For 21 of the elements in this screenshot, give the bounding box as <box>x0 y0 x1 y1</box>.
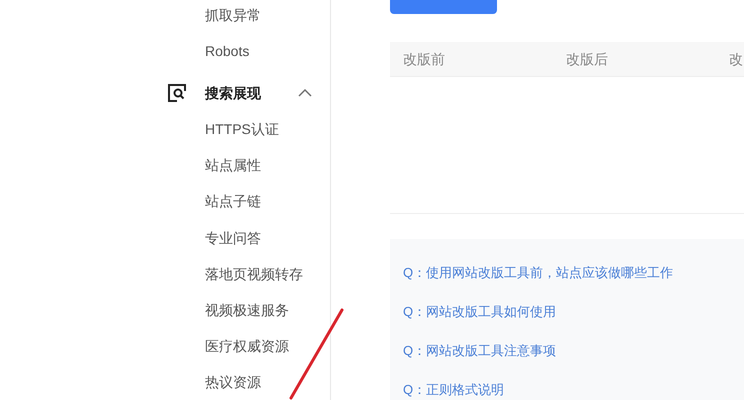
sidebar-item[interactable]: 专业问答 <box>205 220 261 256</box>
faq-link[interactable]: Q：使用网站改版工具前，站点应该做哪些工作 <box>403 263 674 283</box>
faq-link[interactable]: Q：网站改版工具注意事项 <box>403 341 556 361</box>
sidebar-item[interactable]: 视频极速服务 <box>205 292 289 328</box>
sidebar-item[interactable]: 落地页视频转存 <box>205 256 303 292</box>
column-header: 改版后 <box>565 50 609 69</box>
faq-link[interactable]: Q：正则格式说明 <box>403 380 504 400</box>
sidebar-item[interactable]: 医疗权威资源 <box>205 328 289 364</box>
sidebar-item[interactable]: Robots <box>205 38 250 75</box>
sidebar-item[interactable]: 热议资源 <box>205 364 261 400</box>
sidebar-group-header[interactable]: 搜索展现 <box>0 74 330 112</box>
chevron-up-icon <box>298 89 312 98</box>
sidebar-item[interactable]: HTTPS认证 <box>205 111 279 148</box>
column-header: 改版前 <box>402 50 446 69</box>
search-page-icon <box>168 84 187 102</box>
sidebar-item[interactable]: 站点属性 <box>205 147 261 184</box>
sidebar-item[interactable]: 站点子链 <box>205 183 261 220</box>
group-label: 搜索展现 <box>205 84 262 103</box>
column-header: 改 <box>728 50 744 69</box>
faq-link[interactable]: Q：网站改版工具如何使用 <box>403 302 556 322</box>
sidebar-item[interactable]: 抓取异常 <box>205 2 261 38</box>
